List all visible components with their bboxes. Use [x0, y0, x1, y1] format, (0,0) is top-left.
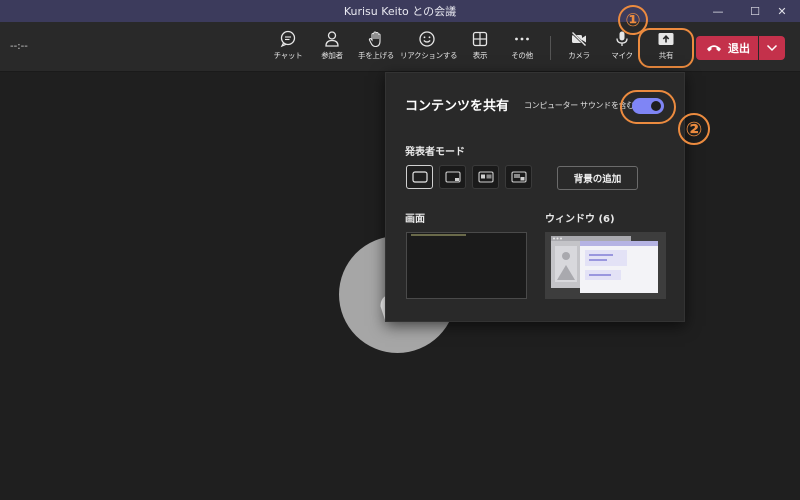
close-button[interactable]: ✕	[764, 0, 800, 22]
standout-icon	[444, 171, 461, 183]
participants-label: 参加者	[321, 51, 343, 60]
audio-toggle-highlight	[620, 90, 676, 124]
reactions-label: リアクションする	[400, 51, 458, 60]
title-bar: Kurisu Keito との会議 — ☐ ✕	[0, 0, 800, 22]
minimize-button[interactable]: —	[700, 0, 736, 22]
participants-icon	[325, 31, 339, 47]
screen-share-thumbnail[interactable]	[406, 232, 527, 299]
window-preview-illustration	[551, 236, 658, 293]
presenter-mode-label: 発表者モード	[405, 147, 465, 158]
presenter-mode-reporter[interactable]	[505, 165, 532, 189]
chat-label: チャット	[273, 51, 303, 60]
leave-label: 退出	[728, 42, 750, 55]
view-label: 表示	[472, 51, 488, 60]
smiley-icon	[419, 31, 435, 47]
add-background-button[interactable]: 背景の追加	[557, 166, 638, 190]
window-share-thumbnail[interactable]	[545, 232, 666, 299]
leave-options-button[interactable]	[759, 36, 785, 60]
share-button-highlight	[638, 28, 694, 68]
raise-hand-label: 手を上げる	[358, 51, 394, 60]
presenter-mode-standout[interactable]	[439, 165, 466, 189]
screen-section-label: 画面	[405, 214, 425, 225]
chevron-down-icon	[766, 44, 778, 52]
more-label: その他	[511, 51, 533, 60]
callout-marker-1: ①	[618, 5, 648, 35]
camera-label: カメラ	[568, 51, 590, 60]
hand-icon	[368, 31, 381, 48]
more-icon	[515, 37, 529, 41]
camera-off-icon	[571, 31, 587, 47]
participants-button[interactable]: 参加者	[310, 28, 354, 68]
reporter-icon	[510, 171, 527, 183]
camera-button[interactable]: カメラ	[557, 28, 601, 68]
meeting-timer: --:--	[10, 41, 28, 52]
screen-thumbnail-taskbar	[411, 234, 466, 236]
presenter-mode-side-by-side[interactable]	[472, 165, 499, 189]
presenter-mode-content-only[interactable]	[406, 165, 433, 189]
share-panel-title: コンテンツを共有	[405, 99, 510, 114]
leave-button[interactable]: 退出	[696, 36, 758, 60]
window-title: Kurisu Keito との会議	[343, 5, 457, 18]
view-button[interactable]: 表示	[458, 28, 502, 68]
include-audio-label: コンピューター サウンドを含む	[524, 101, 635, 110]
callout-marker-2: ②	[678, 113, 710, 145]
chat-icon	[280, 30, 296, 48]
raise-hand-button[interactable]: 手を上げる	[354, 28, 398, 68]
content-only-icon	[411, 171, 428, 183]
toolbar-divider	[550, 36, 551, 60]
share-content-panel: コンテンツを共有 コンピューター サウンドを含む 発表者モード 背景の追加 画面…	[385, 72, 685, 322]
more-button[interactable]: その他	[500, 28, 544, 68]
window-section-label: ウィンドウ (6)	[545, 214, 615, 225]
reactions-button[interactable]: リアクションする	[400, 28, 458, 68]
side-by-side-icon	[477, 171, 494, 183]
chat-button[interactable]: チャット	[266, 28, 310, 68]
hang-up-icon	[707, 45, 721, 52]
grid-icon	[472, 31, 488, 47]
teams-meeting-window: Kurisu Keito との会議 — ☐ ✕ --:-- チャット 参加者 手…	[0, 0, 800, 500]
